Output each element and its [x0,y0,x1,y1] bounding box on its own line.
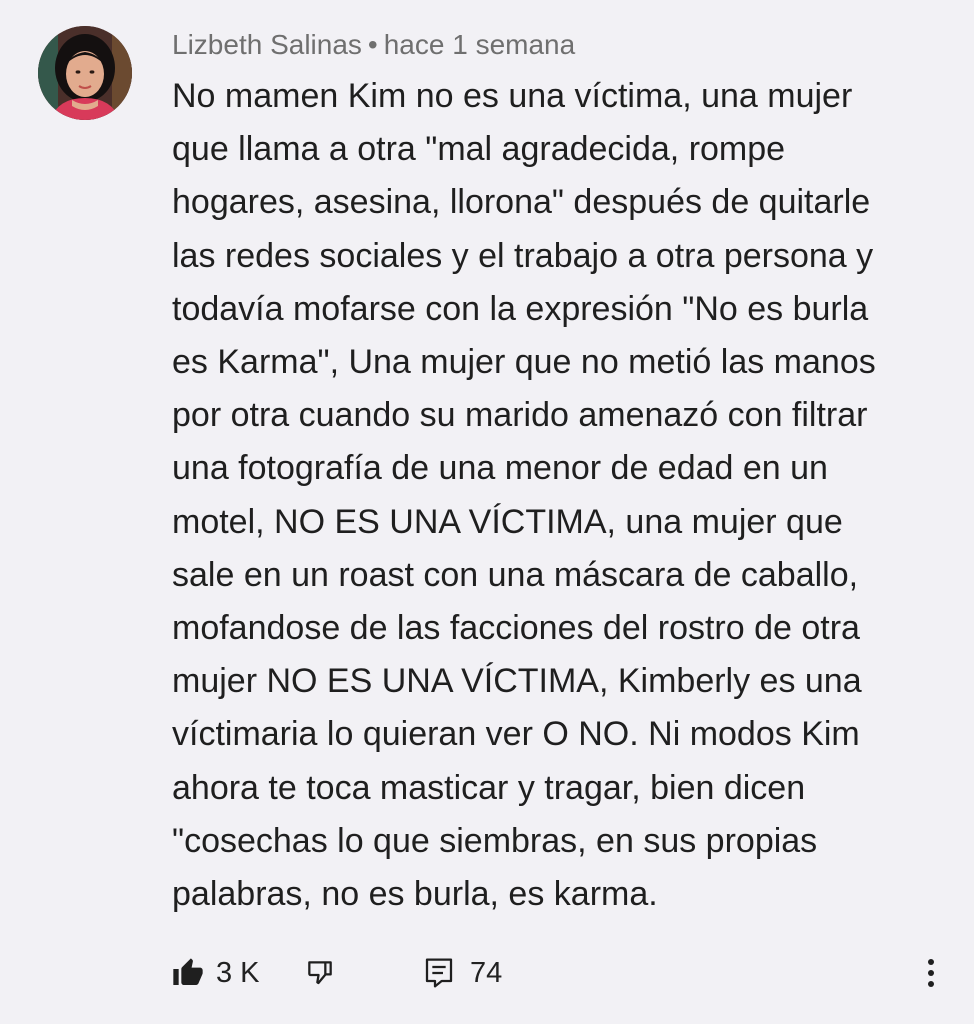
comment-text-line: palabras, no es burla, es karma. [172,875,658,914]
dislike-button[interactable] [304,950,336,996]
like-count: 3 K [216,956,260,989]
comment-text-line: mujer NO ES UNA VÍCTIMA, Kimberly es una [172,662,862,701]
comment-text-line: las redes sociales y el trabajo a otra p… [172,236,874,275]
comment-text-line: hogares, asesina, llorona" después de qu… [172,183,871,222]
comment-text-line: "cosechas lo que siembras, en sus propia… [172,821,818,860]
thumbs-up-filled-icon [173,958,203,985]
comment-text-line: es Karma", Una mujer que no metió las ma… [172,343,876,382]
avatar[interactable] [38,26,132,120]
like-button[interactable]: 3 K [172,950,260,996]
comment-outline-icon [425,958,453,988]
comment-text-line: sale en un roast con una máscara de caba… [172,555,859,594]
comment-timestamp: hace 1 semana [383,29,576,60]
replies-button[interactable]: 74 [424,950,502,996]
comment-card: Lizbeth Salinas • hace 1 semana No mamen K… [0,0,974,1024]
meta-separator: • [367,29,378,60]
comment-text-line: ahora te toca masticar y tragar, bien di… [172,768,806,807]
comment-text-line: mofandose de las facciones del rostro de… [172,609,860,648]
avatar-photo [38,26,132,120]
comment-text-line: por otra cuando su marido amenazó con fi… [172,396,868,435]
comment-text-line: motel, NO ES UNA VÍCTIMA, una mujer que [172,502,843,541]
comment-text: No mamen Kim no es una víctima, una muje… [172,70,932,921]
more-options-button[interactable] [914,950,948,996]
author-name[interactable]: Lizbeth Salinas [172,29,362,60]
comment-text-line: una fotografía de una menor de edad en u… [172,449,828,488]
thumbs-down-outline-icon [308,961,332,985]
comment-text-line: que llama a otra "mal agradecida, rompe [172,130,786,169]
comment-text-line: víctimaria lo quieran ver O NO. Ni modos… [172,715,860,754]
reply-count: 74 [470,956,503,989]
comment-meta: Lizbeth Salinas • hace 1 semana [172,28,575,62]
vertical-ellipsis-icon [928,959,934,987]
comment-actions: 3 K 74 [172,950,952,996]
comment-text-line: No mamen Kim no es una víctima, una muje… [172,77,853,115]
comment-text-line: todavía mofarse con la expresión "No es … [172,289,869,328]
